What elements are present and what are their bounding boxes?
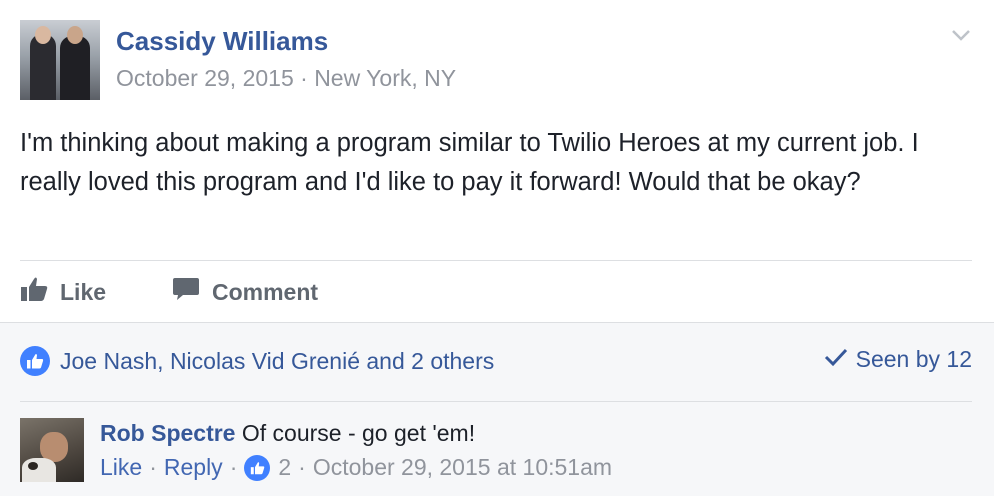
- seen-by[interactable]: Seen by 12: [824, 346, 972, 373]
- comment-label: Comment: [212, 278, 319, 305]
- comment-like-button[interactable]: Like: [100, 454, 142, 481]
- comment-like-count[interactable]: 2: [278, 454, 291, 481]
- comment-button[interactable]: Comment: [172, 276, 318, 308]
- separator: ·: [298, 454, 306, 480]
- like-reaction-icon: [20, 346, 50, 376]
- comment-reply-button[interactable]: Reply: [164, 454, 223, 481]
- comment-author[interactable]: Rob Spectre: [100, 420, 235, 446]
- post-meta: October 29, 2015 · New York, NY: [116, 65, 456, 92]
- speech-bubble-icon: [172, 276, 212, 308]
- commenter-avatar[interactable]: [20, 418, 84, 482]
- like-button[interactable]: Like: [20, 276, 106, 308]
- reactions-text: Joe Nash, Nicolas Vid Grenié and 2 other…: [60, 347, 495, 374]
- separator: ·: [229, 454, 238, 480]
- author-name[interactable]: Cassidy Williams: [116, 26, 328, 57]
- facebook-post: Cassidy Williams October 29, 2015 · New …: [0, 0, 994, 496]
- comment: Rob Spectre Of course - go get 'em!: [100, 420, 475, 447]
- comment-timestamp[interactable]: October 29, 2015 at 10:51am: [313, 454, 612, 481]
- thumbs-up-icon[interactable]: [244, 454, 271, 481]
- seen-label: Seen by 12: [855, 346, 972, 372]
- comment-text: Of course - go get 'em!: [241, 420, 476, 446]
- separator: ·: [149, 454, 157, 480]
- checkmark-icon: [824, 346, 856, 373]
- chevron-down-icon[interactable]: [950, 24, 972, 46]
- author-avatar[interactable]: [20, 20, 100, 100]
- post-location[interactable]: New York, NY: [314, 65, 456, 91]
- divider: [20, 260, 972, 261]
- reactions-summary[interactable]: Joe Nash, Nicolas Vid Grenié and 2 other…: [20, 346, 494, 376]
- like-label: Like: [60, 278, 107, 305]
- post-text: I'm thinking about making a program simi…: [20, 129, 919, 196]
- meta-separator: ·: [300, 65, 308, 91]
- post-date[interactable]: October 29, 2015: [116, 65, 294, 91]
- thumbs-up-icon: [20, 276, 60, 308]
- comment-actions: Like · Reply · 2 · October 29, 2015 at 1…: [100, 454, 612, 481]
- divider: [20, 401, 972, 402]
